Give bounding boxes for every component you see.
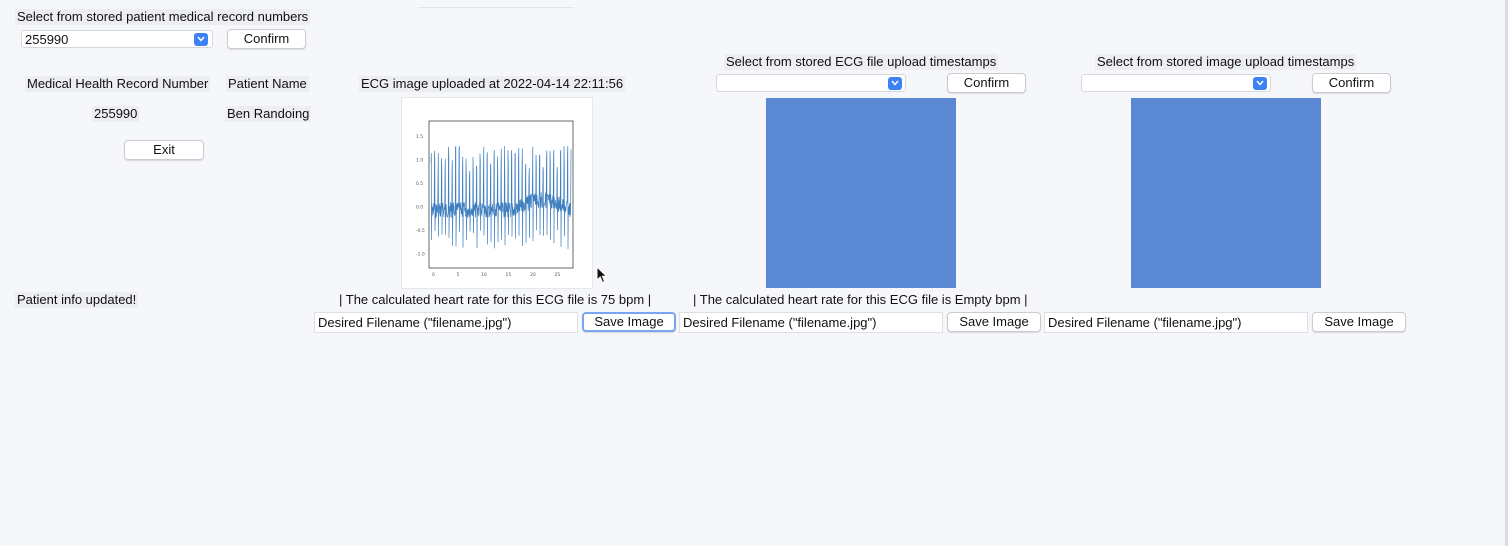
ecg-plot-x-tick: 5 [457,272,460,278]
ecg-plot-y-tick: 1.0 [416,158,423,164]
ecg-plot-y-tick: -1.0 [416,252,425,258]
ecg-timestamp-combobox[interactable] [716,74,906,92]
chevron-down-icon[interactable] [194,33,208,46]
save-image-button-1[interactable]: Save Image [582,312,676,332]
ecg-timestamp-confirm-button[interactable]: Confirm [947,73,1026,93]
chevron-down-icon[interactable] [1253,77,1267,90]
filename-input-3[interactable]: Desired Filename ("filename.jpg") [1044,312,1308,333]
ecg-plot-x-tick: 20 [530,272,536,278]
ecg-image-title: ECG image uploaded at 2022-04-14 22:11:5… [359,76,626,92]
image-timestamp-combobox[interactable] [1081,74,1271,92]
ecg-plot-image: 1.5 1.0 0.5 0.0 -0.5 -1.0 0 5 10 15 20 25 [401,97,593,289]
patient-name-header: Patient Name [226,76,309,92]
patient-select-label: Select from stored patient medical recor… [15,9,311,25]
ecg-plot-x-tick: 25 [555,272,561,278]
ecg-plot-y-tick: 1.5 [416,134,423,140]
ecg-plot-y-tick: 0.0 [416,205,423,211]
patient-mrn-value: 255990 [25,32,69,47]
mouse-pointer-icon [596,265,608,287]
filename-input-2[interactable]: Desired Filename ("filename.jpg") [679,312,943,333]
ecg-plot-y-tick: -0.5 [416,228,425,234]
ecg-plot-x-tick: 10 [481,272,487,278]
ecg-plot-svg: 1.5 1.0 0.5 0.0 -0.5 -1.0 0 5 10 15 20 25 [416,120,574,278]
exit-button[interactable]: Exit [124,140,204,160]
chevron-down-icon[interactable] [888,77,902,90]
mrn-header: Medical Health Record Number [25,76,211,92]
ecg-image-placeholder [766,98,956,288]
patient-mrn-combobox[interactable]: 255990 [21,30,213,48]
top-divider [418,0,574,8]
mrn-value: 255990 [92,106,140,122]
patient-name-value: Ben Randoing [225,106,312,122]
ecg-plot-x-tick: 15 [506,272,512,278]
filename-input-1[interactable]: Desired Filename ("filename.jpg") [314,312,578,333]
heart-rate-text-2: | The calculated heart rate for this ECG… [693,292,1028,307]
image-placeholder [1131,98,1321,288]
ecg-plot-y-tick: 0.5 [416,181,423,187]
image-timestamp-select-label: Select from stored image upload timestam… [1095,54,1357,70]
heart-rate-text-1: | The calculated heart rate for this ECG… [339,292,652,307]
ecg-timestamp-select-label: Select from stored ECG file upload times… [724,54,999,70]
ecg-plot-x-tick: 0 [432,272,435,278]
save-image-button-2[interactable]: Save Image [947,312,1041,332]
image-timestamp-confirm-button[interactable]: Confirm [1312,73,1391,93]
patient-confirm-button[interactable]: Confirm [227,29,306,49]
save-image-button-3[interactable]: Save Image [1312,312,1406,332]
status-message: Patient info updated! [15,292,139,308]
